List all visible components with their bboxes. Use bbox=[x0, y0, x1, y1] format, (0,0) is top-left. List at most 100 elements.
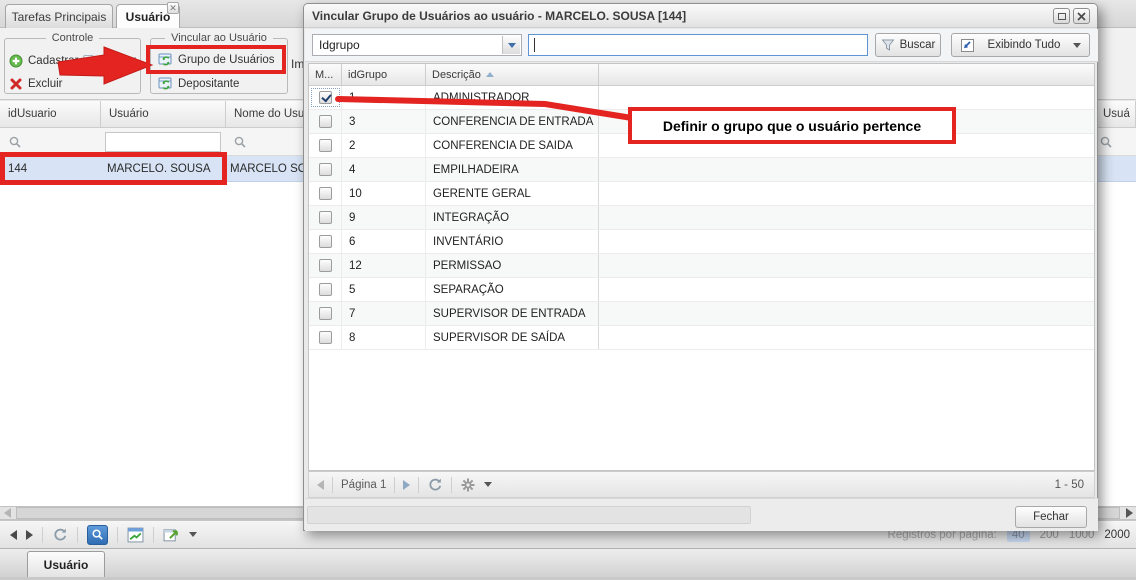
checkbox-icon[interactable] bbox=[318, 139, 332, 152]
text-caret bbox=[534, 38, 535, 52]
button-label: Depositante bbox=[178, 77, 240, 90]
checkbox-cell[interactable] bbox=[309, 302, 342, 325]
checkbox-cell[interactable] bbox=[309, 182, 342, 205]
combo-value: Idgrupo bbox=[319, 38, 360, 52]
column-header-idusuario[interactable]: idUsuario bbox=[0, 101, 101, 128]
checkbox-cell[interactable] bbox=[309, 326, 342, 349]
buscar-button[interactable]: Buscar bbox=[875, 33, 941, 57]
column-header-idgrupo[interactable]: idGrupo bbox=[342, 64, 426, 85]
column-header-clipped[interactable]: Usuá bbox=[1094, 101, 1136, 128]
export-dropdown-icon[interactable] bbox=[189, 532, 197, 537]
bottom-taskbar: Usuário bbox=[0, 548, 1136, 577]
filter-input-usuario[interactable] bbox=[105, 132, 221, 152]
column-label: M... bbox=[315, 68, 334, 81]
column-header-usuario[interactable]: Usuário bbox=[101, 101, 226, 128]
checkbox-icon[interactable] bbox=[318, 187, 332, 200]
group-row[interactable]: 9 INTEGRAÇÃO bbox=[309, 206, 1094, 230]
descricao-cell: SUPERVISOR DE SAÍDA bbox=[426, 326, 599, 349]
refresh-icon[interactable] bbox=[52, 527, 68, 543]
refresh-icon[interactable] bbox=[427, 477, 443, 493]
group-row[interactable]: 4 EMPILHADEIRA bbox=[309, 158, 1094, 182]
tab-close-icon[interactable]: ✕ bbox=[167, 2, 179, 14]
filter-search-icon[interactable] bbox=[8, 135, 22, 149]
tab-label: Usuário bbox=[125, 9, 171, 24]
status-area bbox=[307, 506, 751, 524]
checkbox-icon[interactable] bbox=[318, 331, 332, 344]
checkbox-icon[interactable] bbox=[318, 235, 332, 248]
gear-icon[interactable] bbox=[460, 477, 476, 493]
close-button[interactable] bbox=[1073, 8, 1090, 24]
separator bbox=[117, 526, 118, 543]
idgrupo-cell: 2 bbox=[342, 134, 426, 157]
column-label: idUsuario bbox=[8, 108, 57, 120]
checkbox-cell[interactable] bbox=[309, 230, 342, 253]
checkbox-icon[interactable] bbox=[318, 283, 332, 296]
filter-search-icon[interactable] bbox=[233, 135, 247, 149]
dropdown-value: Exibindo Tudo bbox=[987, 39, 1061, 51]
app-screen: Tarefas Principais Usuário ✕ Controle Ca… bbox=[0, 0, 1136, 580]
modal-pager-bar: Página 1 1 - 50 bbox=[308, 471, 1095, 498]
search-button[interactable] bbox=[87, 524, 108, 545]
combo-trigger[interactable] bbox=[502, 36, 520, 54]
filter-search-icon[interactable] bbox=[1099, 135, 1113, 149]
field-combo[interactable]: Idgrupo bbox=[312, 34, 522, 56]
column-label: idGrupo bbox=[348, 68, 388, 81]
sort-asc-icon bbox=[485, 72, 494, 77]
group-row[interactable]: 10 GERENTE GERAL bbox=[309, 182, 1094, 206]
taskbar-tab-usuario[interactable]: Usuário bbox=[27, 551, 105, 577]
checkbox-cell[interactable] bbox=[309, 134, 342, 157]
tab-tarefas-principais[interactable]: Tarefas Principais bbox=[5, 4, 113, 28]
column-header-marcar[interactable]: M... bbox=[309, 64, 342, 85]
separator bbox=[418, 476, 420, 493]
separator bbox=[42, 526, 43, 543]
group-row[interactable]: 8 SUPERVISOR DE SAÍDA bbox=[309, 326, 1094, 350]
fieldset-legend: Vincular ao Usuário bbox=[171, 32, 267, 44]
group-row[interactable]: 6 INVENTÁRIO bbox=[309, 230, 1094, 254]
funnel-icon bbox=[881, 39, 895, 51]
depositante-button[interactable]: Depositante bbox=[158, 76, 239, 91]
tab-label: Tarefas Principais bbox=[11, 9, 107, 24]
modal-title-bar[interactable]: Vincular Grupo de Usuários ao usuário - … bbox=[304, 4, 1097, 28]
vincular-grupo-modal: Vincular Grupo de Usuários ao usuário - … bbox=[303, 3, 1098, 531]
magnifier-icon bbox=[92, 529, 103, 540]
annotation-callout: Definir o grupo que o usuário pertence bbox=[628, 107, 956, 144]
group-row[interactable]: 7 SUPERVISOR DE ENTRADA bbox=[309, 302, 1094, 326]
red-x-icon bbox=[10, 78, 22, 90]
fechar-button[interactable]: Fechar bbox=[1015, 506, 1087, 528]
checkbox-cell[interactable] bbox=[309, 158, 342, 181]
separator bbox=[394, 476, 396, 493]
page-prev-icon[interactable] bbox=[317, 479, 324, 490]
export-icon[interactable] bbox=[163, 527, 180, 543]
modal-toolbar: Idgrupo Buscar Exibindo Tudo bbox=[305, 29, 1098, 62]
checkbox-cell[interactable] bbox=[309, 206, 342, 229]
group-row[interactable]: 5 SEPARAÇÃO bbox=[309, 278, 1094, 302]
annotation-rect-grupo bbox=[146, 45, 286, 74]
idgrupo-cell: 9 bbox=[342, 206, 426, 229]
chart-icon[interactable] bbox=[127, 527, 144, 543]
descricao-cell: GERENTE GERAL bbox=[426, 182, 599, 205]
checkbox-icon[interactable] bbox=[318, 307, 332, 320]
maximize-button[interactable] bbox=[1053, 8, 1070, 24]
group-row[interactable]: 12 PERMISSAO bbox=[309, 254, 1094, 278]
separator bbox=[332, 476, 333, 493]
exibindo-tudo-dropdown[interactable]: Exibindo Tudo bbox=[951, 33, 1090, 57]
checkbox-icon[interactable] bbox=[318, 211, 332, 224]
descricao-cell: EMPILHADEIRA bbox=[426, 158, 599, 181]
annotation-line bbox=[335, 96, 635, 121]
column-header-descricao[interactable]: Descrição bbox=[426, 64, 599, 85]
checkbox-icon[interactable] bbox=[318, 163, 332, 176]
registros-option-2000[interactable]: 2000 bbox=[1104, 529, 1130, 541]
scroll-right-icon[interactable] bbox=[1126, 508, 1133, 518]
checkbox-cell[interactable] bbox=[309, 254, 342, 277]
search-input[interactable] bbox=[528, 34, 868, 56]
checkbox-icon[interactable] bbox=[318, 259, 332, 272]
annotation-arrow bbox=[57, 46, 154, 85]
scroll-left-icon[interactable] bbox=[4, 508, 11, 518]
taskbar-tab-label: Usuário bbox=[43, 557, 89, 572]
separator bbox=[153, 526, 154, 543]
gear-dropdown-icon[interactable] bbox=[484, 482, 493, 487]
page-next-icon[interactable] bbox=[403, 479, 411, 490]
page-next-icon[interactable] bbox=[26, 529, 33, 540]
checkbox-cell[interactable] bbox=[309, 278, 342, 301]
page-prev-icon[interactable] bbox=[10, 529, 17, 540]
